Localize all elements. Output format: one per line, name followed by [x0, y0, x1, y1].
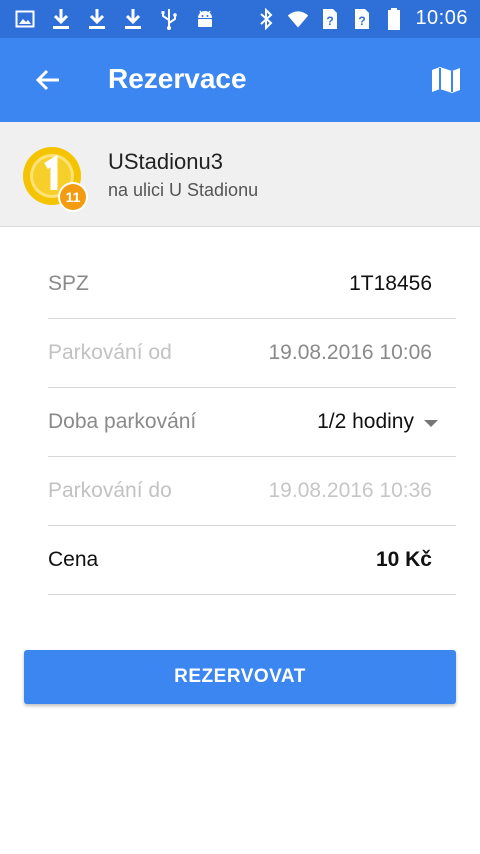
parking-start-row: Parkování od 19.08.2016 10:06 [48, 319, 456, 388]
battery-icon [383, 7, 405, 30]
map-icon [432, 67, 460, 93]
coin-1-icon: 11 [22, 146, 88, 212]
page-title: Rezervace [108, 63, 247, 94]
notification-icons [14, 8, 216, 30]
download-icon [86, 8, 108, 30]
map-button[interactable] [428, 62, 464, 98]
wifi-icon [287, 8, 309, 30]
parking-duration-row[interactable]: Doba parkování 1/2 hodiny [48, 388, 456, 457]
parking-lot-header: 11 UStadionu3 na ulici U Stadionu [0, 122, 480, 227]
download-icon [122, 8, 144, 30]
svg-text:?: ? [359, 14, 366, 28]
svg-text:?: ? [327, 14, 334, 28]
lot-name: UStadionu3 [108, 149, 223, 174]
no-sim-icon: ? [319, 8, 341, 30]
clock: 10:06 [415, 7, 468, 29]
spz-value[interactable]: 1T18456 [349, 272, 432, 296]
chevron-down-icon[interactable] [424, 420, 438, 427]
back-button[interactable] [30, 62, 66, 98]
spz-label: SPZ [48, 272, 89, 295]
parking-duration-label: Doba parkování [48, 410, 197, 433]
price-label: Cena [48, 548, 99, 571]
status-bar: ? ? 10:06 [0, 0, 480, 38]
reserve-button[interactable]: REZERVOVAT [24, 650, 456, 704]
arrow-back-icon [35, 69, 59, 91]
parking-duration-select[interactable]: 1/2 hodiny [317, 410, 414, 434]
lot-badge: 11 [66, 189, 81, 205]
parking-end-row: Parkování do 19.08.2016 10:36 [48, 457, 456, 526]
no-sim-icon: ? [351, 8, 373, 30]
lot-street: na ulici U Stadionu [108, 180, 259, 200]
parking-start-label: Parkování od [48, 341, 172, 364]
download-icon [50, 8, 72, 30]
reservation-form: SPZ 1T18456 Parkování od 19.08.2016 10:0… [48, 250, 456, 595]
usb-icon [158, 8, 180, 30]
parking-start-value: 19.08.2016 10:06 [268, 341, 433, 364]
price-value: 10 Kč [375, 548, 432, 571]
parking-end-label: Parkování do [48, 479, 172, 502]
app-bar: Rezervace [0, 38, 480, 122]
bluetooth-icon [255, 7, 277, 30]
parking-end-value: 19.08.2016 10:36 [268, 479, 433, 502]
image-icon [14, 8, 36, 30]
spz-row: SPZ 1T18456 [48, 250, 456, 319]
android-icon [194, 8, 216, 30]
system-icons: ? ? 10:06 [255, 7, 468, 30]
price-row: Cena 10 Kč [48, 526, 456, 595]
